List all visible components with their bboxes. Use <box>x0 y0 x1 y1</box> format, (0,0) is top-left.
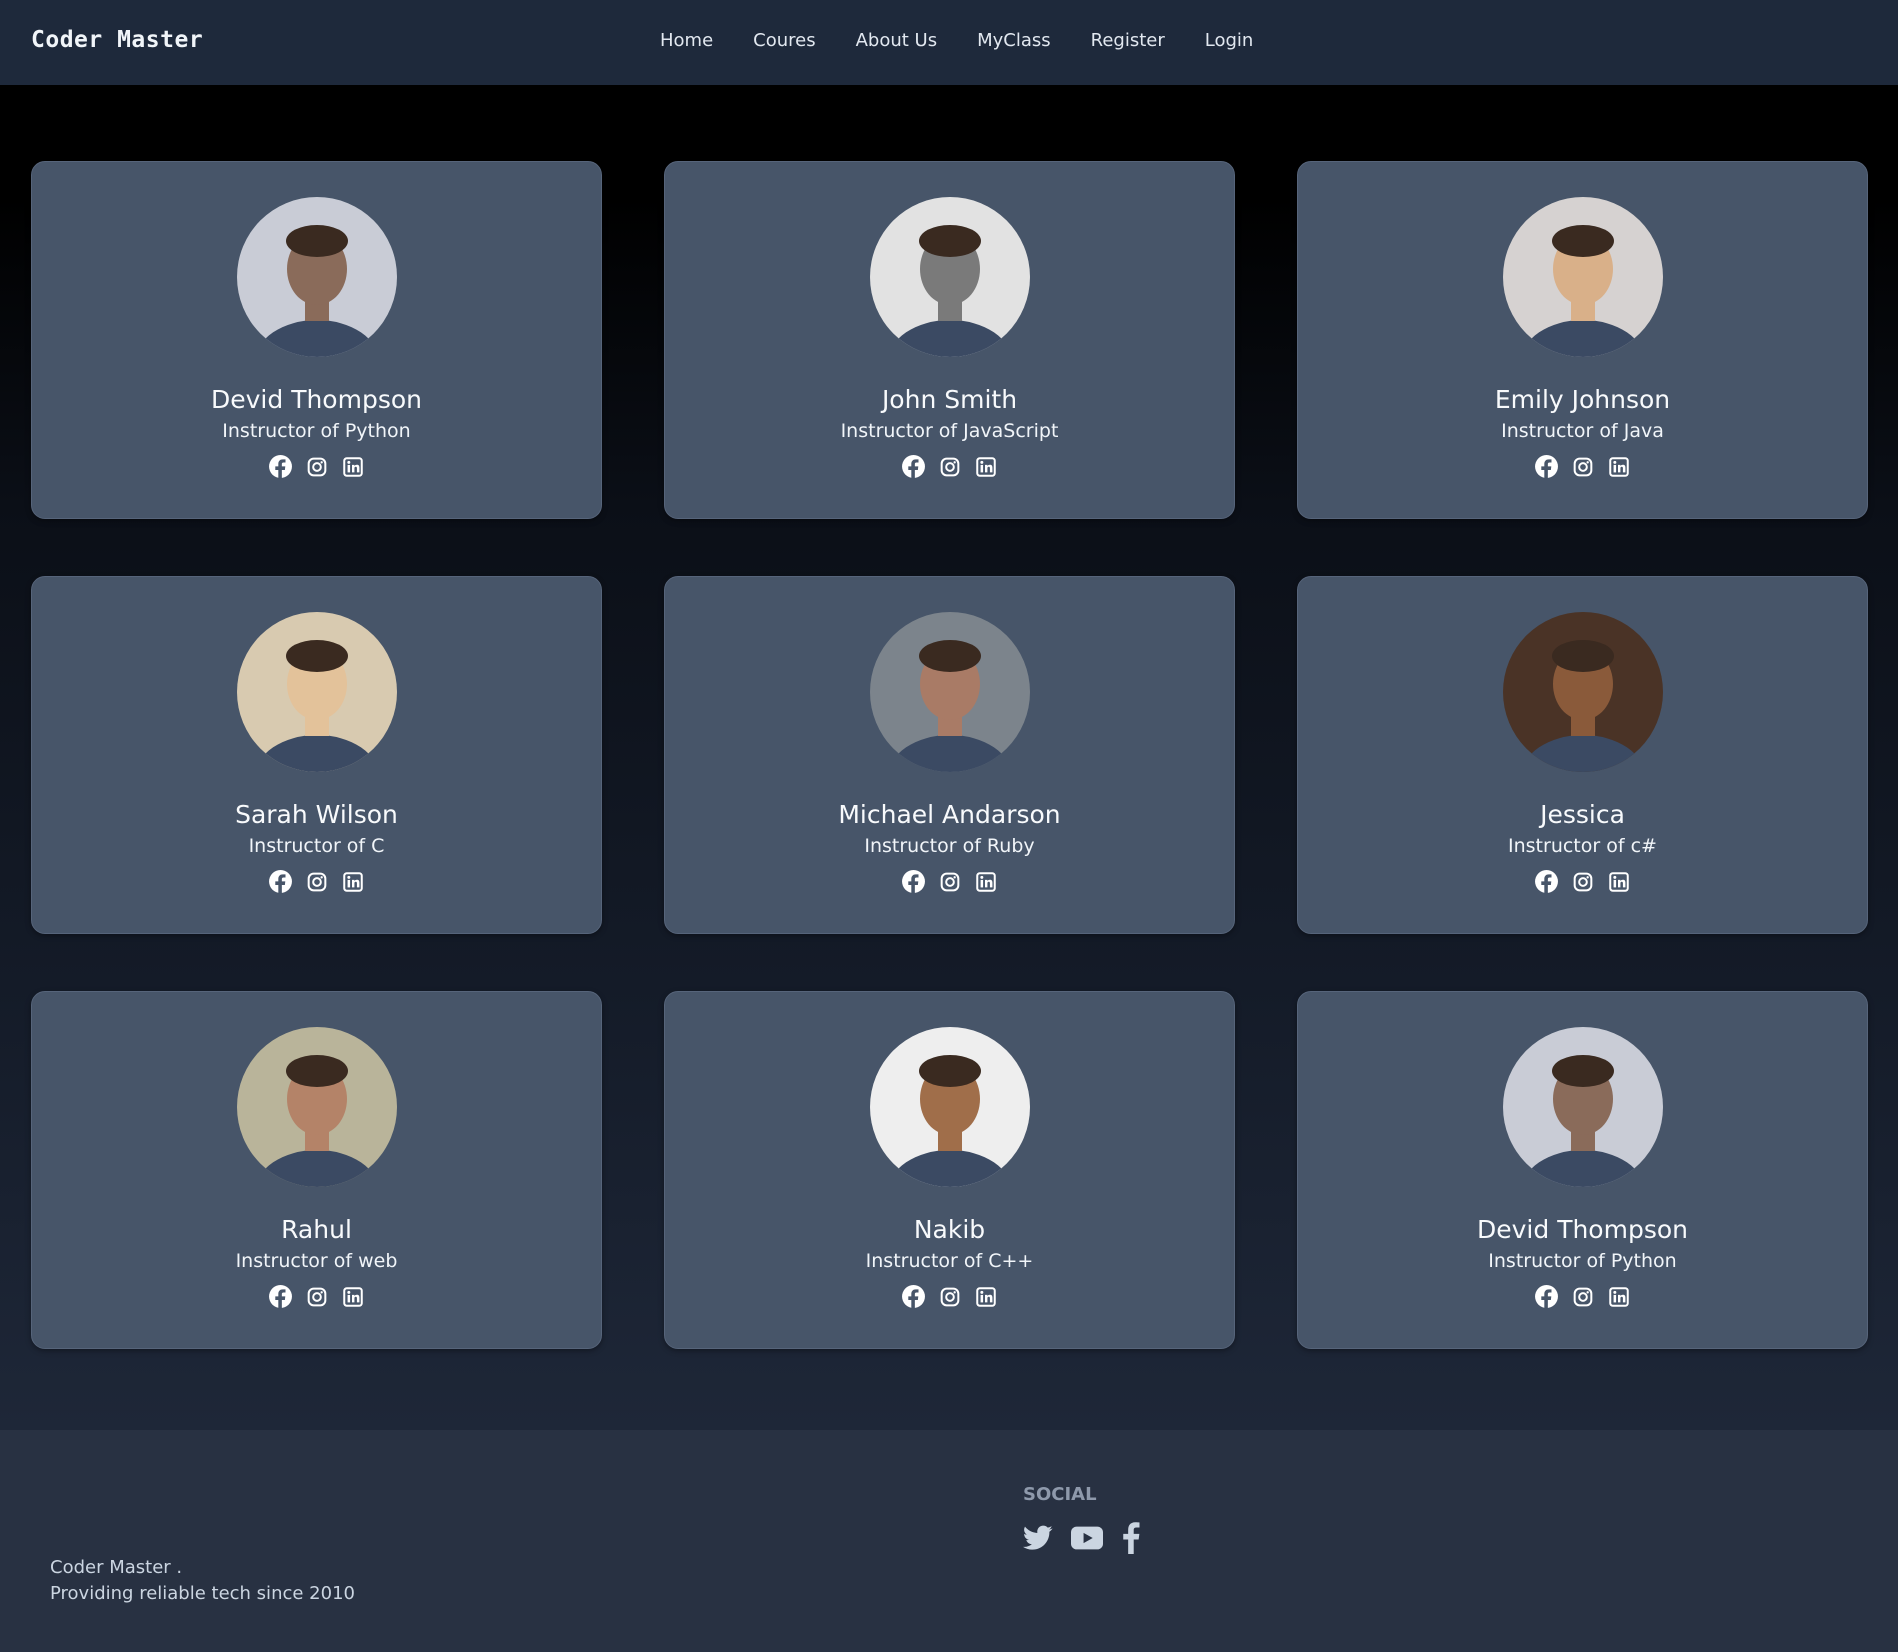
main-content: Devid Thompson Instructor of Python John S… <box>0 85 1898 1430</box>
instructor-social-links <box>268 869 365 894</box>
instructor-social-links <box>901 1284 998 1309</box>
social-heading: SOCIAL <box>1023 1484 1097 1505</box>
instructor-card: Sarah Wilson Instructor of C <box>31 576 602 934</box>
facebook-icon[interactable] <box>1534 454 1559 479</box>
instructor-role: Instructor of JavaScript <box>840 420 1059 442</box>
facebook-icon[interactable] <box>1534 1284 1559 1309</box>
instructor-name: Nakib <box>913 1215 986 1244</box>
instructor-card: Devid Thompson Instructor of Python <box>31 161 602 519</box>
instructor-role: Instructor of web <box>235 1250 398 1272</box>
instructor-name: Devid Thompson <box>1477 1215 1688 1244</box>
footer-tagline: Providing reliable tech since 2010 <box>50 1583 355 1604</box>
instructor-role: Instructor of Ruby <box>864 835 1035 857</box>
facebook-icon[interactable] <box>1534 869 1559 894</box>
avatar <box>869 1027 1030 1187</box>
instructor-card: Jessica Instructor of c# <box>1297 576 1868 934</box>
avatar <box>1502 1027 1663 1187</box>
avatar <box>869 197 1030 357</box>
instagram-icon[interactable] <box>1570 454 1595 479</box>
twitter-icon[interactable] <box>1023 1525 1053 1551</box>
instructor-role: Instructor of Python <box>1488 1250 1677 1272</box>
instagram-icon[interactable] <box>937 454 962 479</box>
instructor-name: John Smith <box>881 385 1018 414</box>
linkedin-icon[interactable] <box>1606 454 1631 479</box>
instagram-icon[interactable] <box>304 1284 329 1309</box>
facebook-icon[interactable] <box>901 454 926 479</box>
instagram-icon[interactable] <box>1570 869 1595 894</box>
instructor-role: Instructor of Python <box>222 420 411 442</box>
brand-logo[interactable]: Coder Master <box>31 27 203 53</box>
instructor-social-links <box>901 454 998 479</box>
facebook-icon[interactable] <box>268 454 293 479</box>
facebook-icon[interactable] <box>901 869 926 894</box>
footer-social-icons <box>1023 1522 1141 1554</box>
linkedin-icon[interactable] <box>973 869 998 894</box>
facebook-icon[interactable] <box>268 869 293 894</box>
facebook-icon[interactable] <box>901 1284 926 1309</box>
instructor-role: Instructor of C++ <box>865 1250 1034 1272</box>
instructor-card: Rahul Instructor of web <box>31 991 602 1349</box>
instagram-icon[interactable] <box>937 1284 962 1309</box>
instructor-role: Instructor of c# <box>1508 835 1657 857</box>
facebook-icon[interactable] <box>268 1284 293 1309</box>
nav-menu: Home Coures About Us MyClass Register Lo… <box>660 30 1253 51</box>
instagram-icon[interactable] <box>304 869 329 894</box>
navbar: Coder Master Home Coures About Us MyClas… <box>0 0 1898 85</box>
instructor-card: Emily Johnson Instructor of Java <box>1297 161 1868 519</box>
instructor-social-links <box>1534 869 1631 894</box>
instagram-icon[interactable] <box>304 454 329 479</box>
avatar <box>1502 197 1663 357</box>
instructor-social-links <box>268 1284 365 1309</box>
instructor-card: Nakib Instructor of C++ <box>664 991 1235 1349</box>
instructor-card: Michael Andarson Instructor of Ruby <box>664 576 1235 934</box>
linkedin-icon[interactable] <box>973 1284 998 1309</box>
instructor-name: Sarah Wilson <box>235 800 398 829</box>
instructor-name: Emily Johnson <box>1494 385 1671 414</box>
instructor-role: Instructor of Java <box>1501 420 1664 442</box>
facebook-f-icon[interactable] <box>1121 1522 1141 1554</box>
nav-courses[interactable]: Coures <box>753 30 815 51</box>
instagram-icon[interactable] <box>1570 1284 1595 1309</box>
avatar <box>869 612 1030 772</box>
footer: SOCIAL Coder Master . Providing reliable… <box>0 1430 1898 1652</box>
instructor-grid: Devid Thompson Instructor of Python John S… <box>31 161 1868 1349</box>
youtube-icon[interactable] <box>1071 1526 1103 1550</box>
instructor-social-links <box>901 869 998 894</box>
linkedin-icon[interactable] <box>340 869 365 894</box>
linkedin-icon[interactable] <box>1606 869 1631 894</box>
footer-brand-line: Coder Master . <box>50 1557 183 1578</box>
instructor-card: Devid Thompson Instructor of Python <box>1297 991 1868 1349</box>
nav-home[interactable]: Home <box>660 30 713 51</box>
nav-about-us[interactable]: About Us <box>856 30 938 51</box>
instructor-role: Instructor of C <box>248 835 385 857</box>
instructor-card: John Smith Instructor of JavaScript <box>664 161 1235 519</box>
instructor-name: Jessica <box>1540 800 1625 829</box>
linkedin-icon[interactable] <box>973 454 998 479</box>
nav-register[interactable]: Register <box>1091 30 1165 51</box>
footer-brand: Coder Master . Providing reliable tech s… <box>50 1555 355 1607</box>
avatar <box>236 197 397 357</box>
linkedin-icon[interactable] <box>340 454 365 479</box>
instructor-social-links <box>1534 1284 1631 1309</box>
nav-myclass[interactable]: MyClass <box>977 30 1051 51</box>
instructor-social-links <box>268 454 365 479</box>
avatar <box>1502 612 1663 772</box>
instructor-name: Rahul <box>281 1215 352 1244</box>
instagram-icon[interactable] <box>937 869 962 894</box>
linkedin-icon[interactable] <box>340 1284 365 1309</box>
instructor-name: Michael Andarson <box>838 800 1061 829</box>
linkedin-icon[interactable] <box>1606 1284 1631 1309</box>
instructor-name: Devid Thompson <box>211 385 422 414</box>
instructor-social-links <box>1534 454 1631 479</box>
nav-login[interactable]: Login <box>1205 30 1254 51</box>
avatar <box>236 612 397 772</box>
avatar <box>236 1027 397 1187</box>
